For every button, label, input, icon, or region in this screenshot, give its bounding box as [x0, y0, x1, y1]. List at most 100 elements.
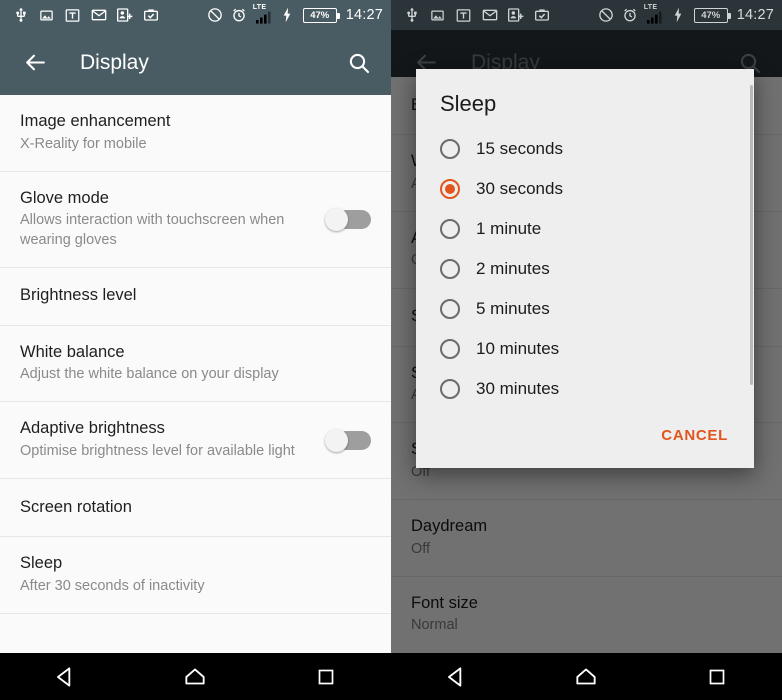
toggle-thumb — [325, 207, 348, 231]
nav-recents-icon[interactable] — [687, 657, 747, 697]
radio-button-icon — [440, 339, 460, 359]
dialog-title: Sleep — [440, 91, 497, 116]
alarm-icon — [231, 7, 248, 24]
radio-button-icon — [440, 219, 460, 239]
dialog-scrollbar[interactable] — [750, 85, 753, 385]
status-bar-notification-icons — [12, 7, 207, 24]
network-type-label: LTE — [252, 3, 267, 11]
alarm-icon — [622, 7, 639, 24]
phone-screen-left: LTE 47% 14:27 Display Image enhancement … — [0, 0, 391, 700]
radio-option-label: 15 seconds — [476, 139, 563, 158]
phone-screen-right: LTE 47% 14:27 Display — [391, 0, 782, 700]
glove-mode-toggle[interactable] — [325, 207, 371, 231]
status-bar-right: LTE 47% 14:27 — [391, 0, 782, 30]
usb-icon — [12, 7, 29, 24]
radio-button-icon — [440, 299, 460, 319]
work-profile-icon — [142, 7, 159, 24]
list-item-title: Image enhancement — [20, 112, 171, 130]
battery-indicator: 47% — [693, 7, 731, 23]
status-bar-clock: 14:27 — [345, 7, 383, 23]
contact-add-icon — [507, 7, 524, 24]
list-item[interactable]: White balance Adjust the white balance o… — [0, 326, 391, 403]
list-item-title: Glove mode — [20, 188, 109, 207]
search-icon[interactable] — [345, 49, 373, 77]
action-bar-left: Display — [0, 30, 391, 95]
list-item-title: Sleep — [20, 554, 63, 573]
nav-back-icon[interactable] — [426, 657, 486, 697]
list-item[interactable]: Sleep After 30 seconds of inactivity — [0, 537, 391, 614]
radio-option-1-minute[interactable]: 1 minute — [416, 209, 754, 249]
mail-icon — [481, 7, 498, 24]
list-item[interactable]: Image enhancement X-Reality for mobile — [0, 95, 391, 172]
radio-option-30-seconds[interactable]: 30 seconds — [416, 169, 754, 209]
list-item-title: Brightness level — [20, 286, 137, 305]
sleep-dialog: Sleep 15 seconds 30 seconds 1 minute 2 m… — [416, 69, 754, 468]
lte-signal-icon: LTE — [643, 3, 663, 24]
list-item[interactable]: Glove mode Allows interaction with touch… — [0, 172, 391, 268]
adaptive-brightness-toggle[interactable] — [325, 428, 371, 452]
do-not-disturb-icon — [598, 7, 615, 24]
display-settings-list[interactable]: Image enhancement X-Reality for mobile G… — [0, 95, 391, 653]
nav-home-icon[interactable] — [556, 657, 616, 697]
list-item-subtitle: Optimise brightness level for available … — [20, 443, 295, 459]
status-bar-notification-icons — [403, 7, 598, 24]
network-type-label: LTE — [643, 3, 658, 11]
list-item-title: White balance — [20, 342, 125, 361]
radio-button-selected-icon — [440, 179, 460, 199]
image-icon — [38, 7, 55, 24]
list-item[interactable]: Screen rotation — [0, 479, 391, 538]
text-input-icon — [455, 7, 472, 24]
cancel-button[interactable]: CANCEL — [653, 421, 736, 450]
radio-button-icon — [440, 259, 460, 279]
list-item-title: Screen rotation — [20, 497, 132, 516]
contact-add-icon — [116, 7, 133, 24]
radio-option-label: 10 minutes — [476, 339, 560, 358]
back-button[interactable] — [20, 48, 50, 78]
status-bar-clock: 14:27 — [736, 7, 774, 23]
nav-recents-icon[interactable] — [296, 657, 356, 697]
radio-button-icon — [440, 379, 460, 399]
image-icon — [429, 7, 446, 24]
list-item[interactable]: Brightness level — [0, 268, 391, 326]
lte-signal-icon: LTE — [252, 3, 272, 24]
navigation-bar-right[interactable] — [391, 653, 782, 700]
usb-icon — [403, 7, 420, 24]
list-item-subtitle: Adjust the white balance on your display — [20, 366, 279, 383]
status-bar-system-icons: LTE 47% 14:27 — [598, 3, 774, 24]
radio-option-label: 30 seconds — [476, 179, 563, 198]
nav-home-icon[interactable] — [165, 657, 225, 697]
battery-indicator: 47% — [302, 7, 340, 23]
mail-icon — [90, 7, 107, 24]
battery-percent-label: 47% — [310, 9, 330, 21]
text-input-icon — [64, 7, 81, 24]
radio-option-30-minutes[interactable]: 30 minutes — [416, 369, 754, 409]
radio-option-5-minutes[interactable]: 5 minutes — [416, 289, 754, 329]
navigation-bar-left[interactable] — [0, 653, 391, 700]
list-item-subtitle: X-Reality for mobile — [20, 135, 147, 152]
dual-screenshot: LTE 47% 14:27 Display Image enhancement … — [0, 0, 782, 700]
do-not-disturb-icon — [207, 7, 224, 24]
page-title: Display — [80, 50, 149, 74]
list-item-title: Adaptive brightness — [20, 419, 165, 438]
radio-option-label: 2 minutes — [476, 259, 550, 278]
radio-option-15-seconds[interactable]: 15 seconds — [416, 129, 754, 169]
toggle-thumb — [325, 428, 348, 452]
status-bar-left: LTE 47% 14:27 — [0, 0, 391, 30]
sleep-options-list[interactable]: 15 seconds 30 seconds 1 minute 2 minutes… — [416, 129, 754, 411]
battery-percent-label: 47% — [701, 9, 721, 21]
list-item-subtitle: After 30 seconds of inactivity — [20, 577, 205, 594]
radio-option-2-minutes[interactable]: 2 minutes — [416, 249, 754, 289]
radio-option-label: 30 minutes — [476, 379, 560, 398]
radio-option-10-minutes[interactable]: 10 minutes — [416, 329, 754, 369]
nav-back-icon[interactable] — [35, 657, 95, 697]
radio-option-label: 1 minute — [476, 219, 542, 238]
radio-button-icon — [440, 139, 460, 159]
status-bar-system-icons: LTE 47% 14:27 — [207, 3, 383, 24]
list-item-subtitle: Allows interaction with touchscreen when… — [20, 212, 285, 248]
work-profile-icon — [533, 7, 550, 24]
radio-option-label: 5 minutes — [476, 299, 550, 318]
charging-icon — [670, 7, 687, 24]
list-item[interactable]: Adaptive brightness Optimise brightness … — [0, 402, 391, 480]
charging-icon — [279, 7, 296, 24]
dialog-actions: CANCEL — [416, 411, 754, 462]
